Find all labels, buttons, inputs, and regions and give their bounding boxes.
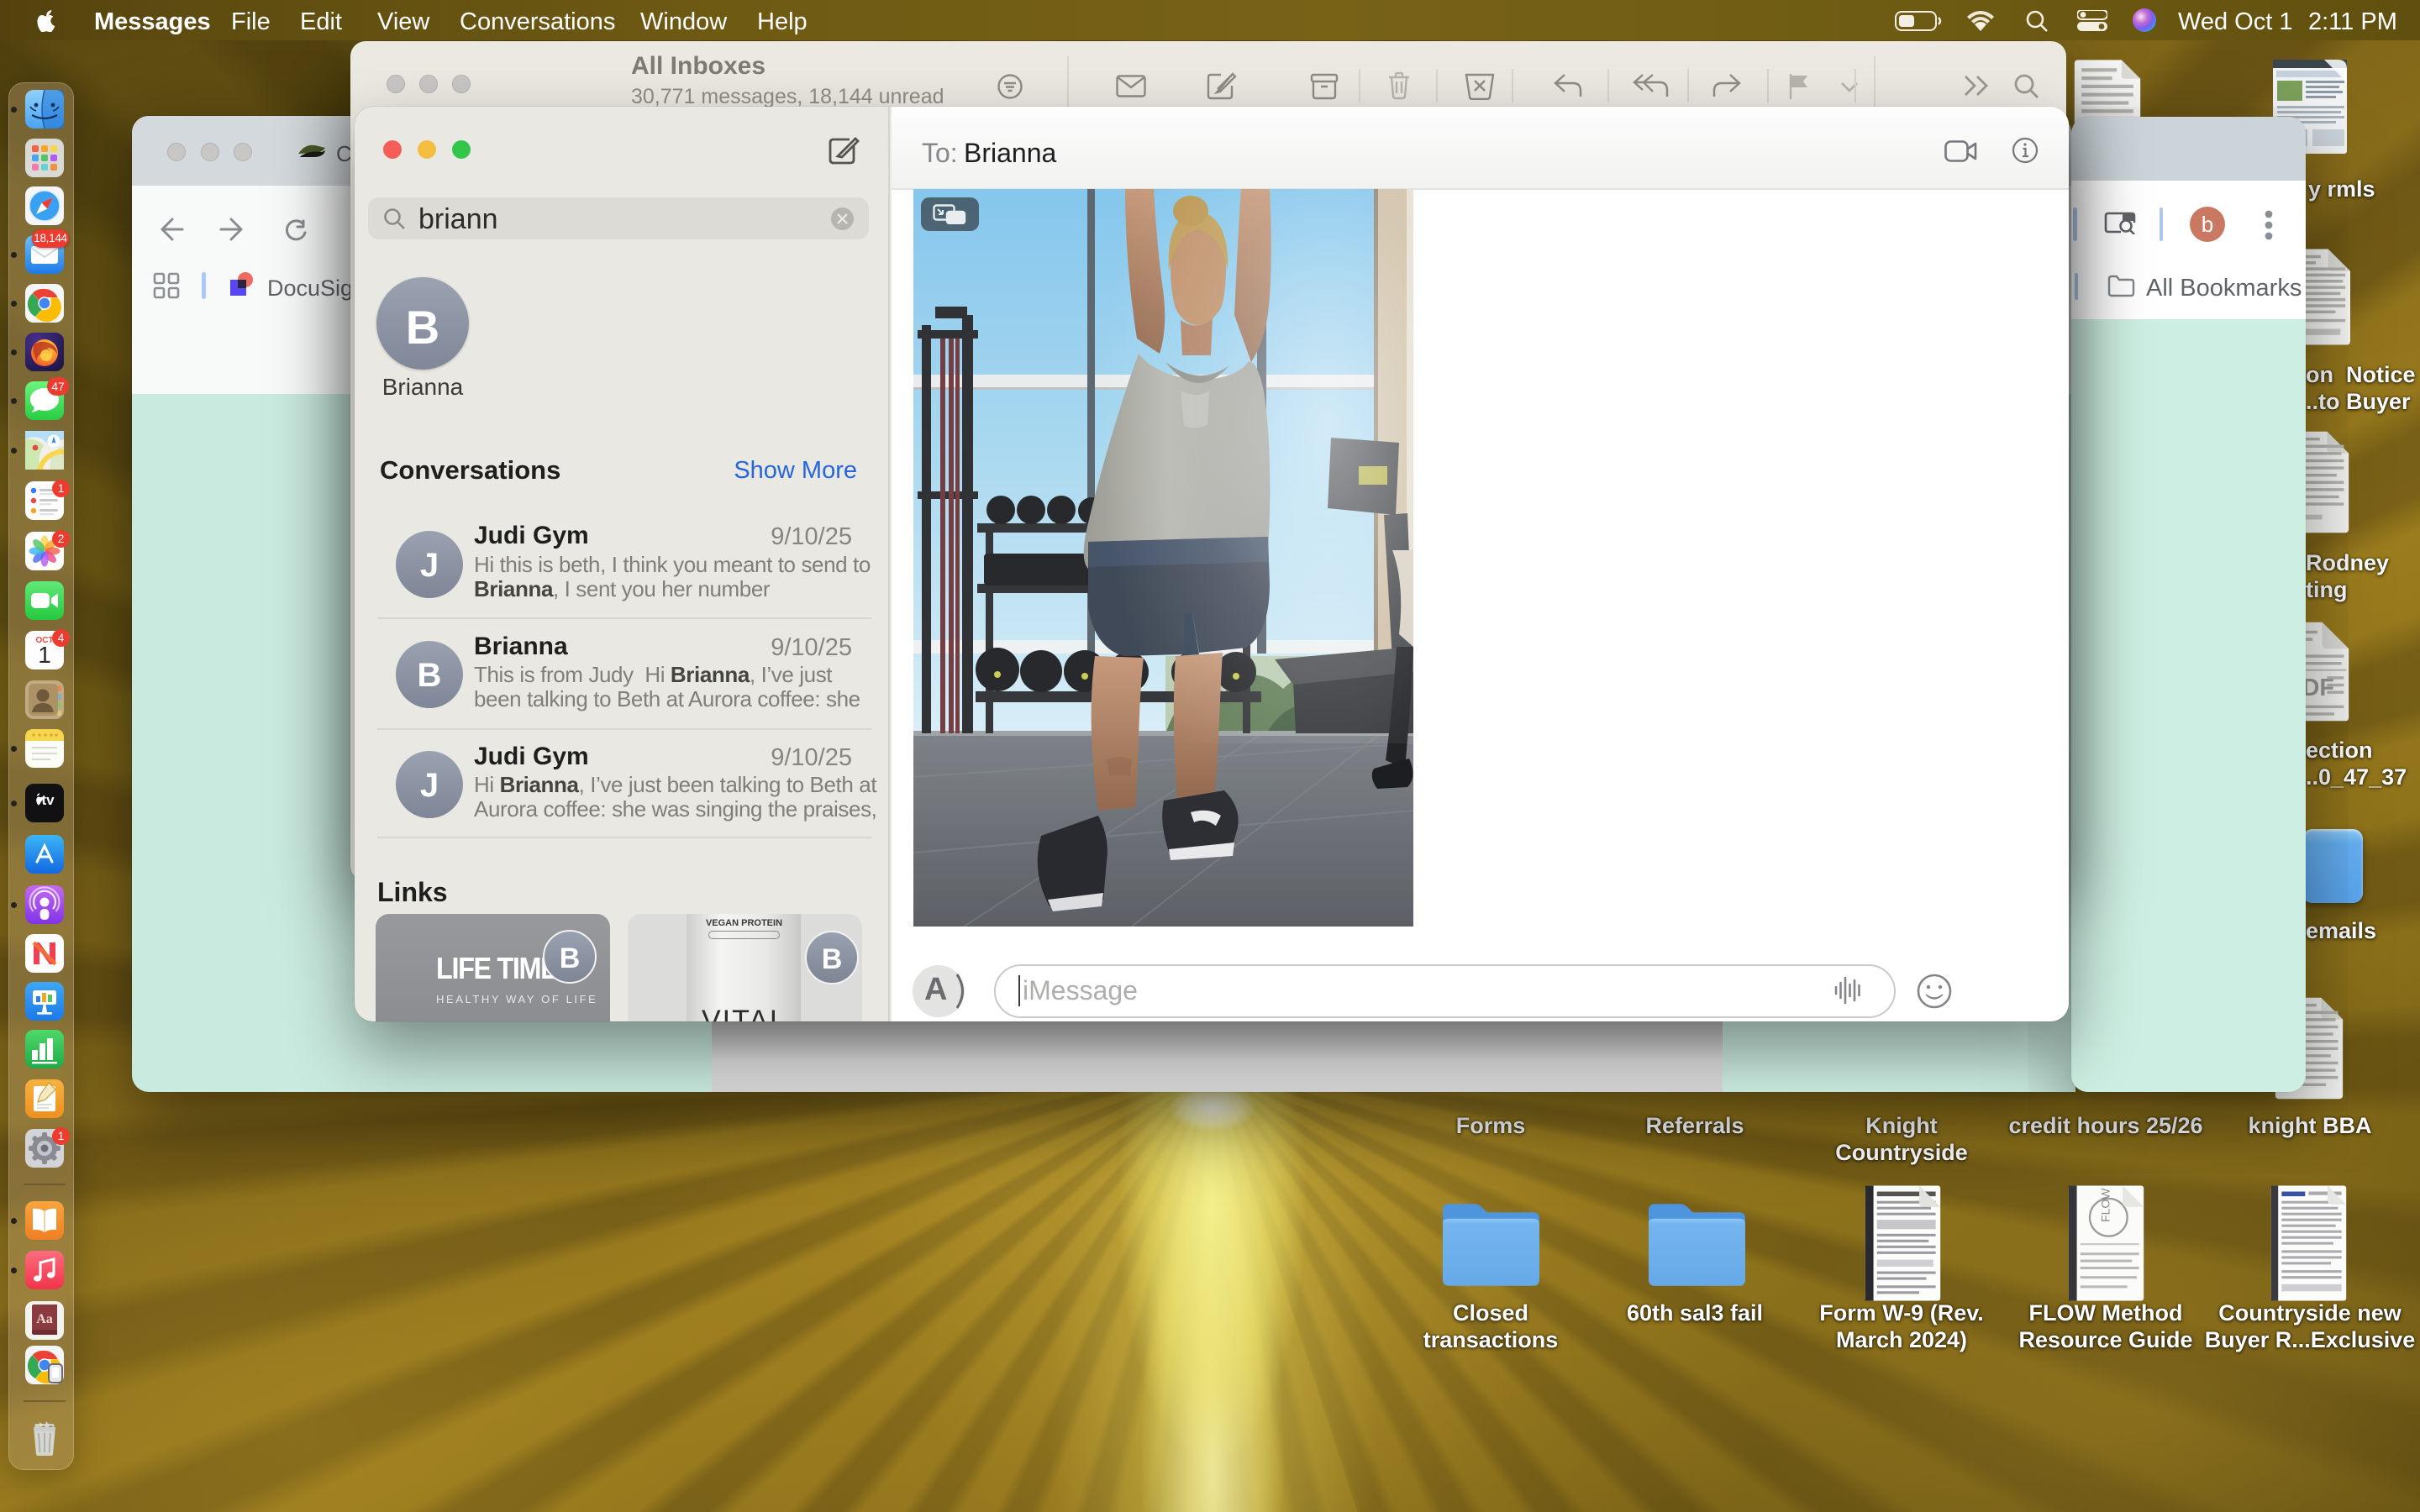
svg-text:FLOW: FLOW [2099,1188,2112,1222]
svg-text:1: 1 [38,642,51,668]
svg-text:Aa: Aa [36,1312,53,1326]
svg-text:tv: tv [41,792,55,808]
